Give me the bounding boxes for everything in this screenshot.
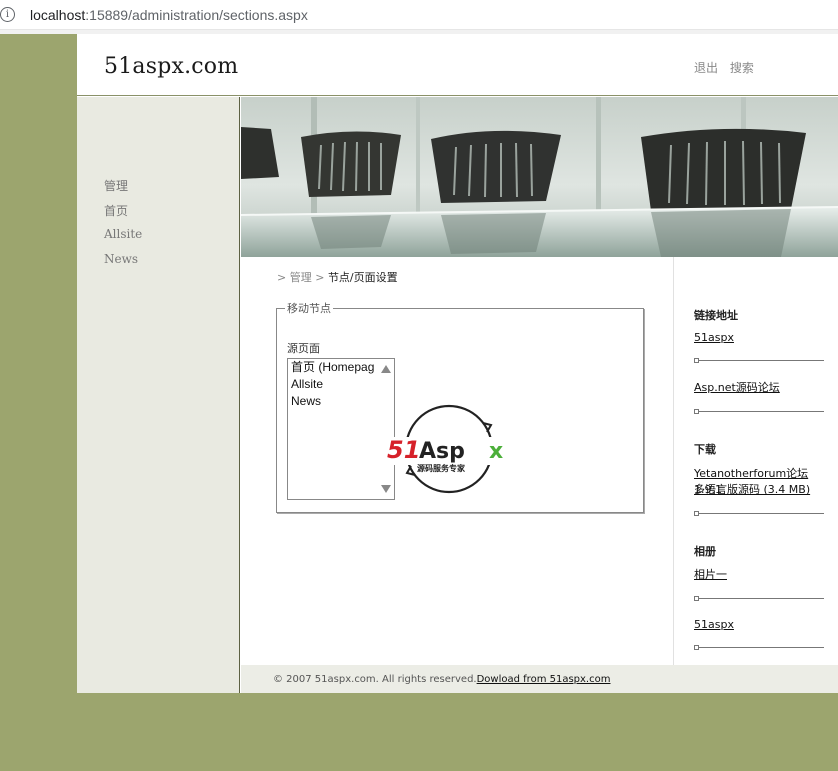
separator [694,645,824,651]
scroll-up-arrow-icon[interactable] [381,365,391,373]
header-banner-image [241,97,838,257]
link-aspnet-forum[interactable]: Asp.net源码论坛 [694,380,834,396]
breadcrumb-separator: > [315,271,325,284]
footer-download-link[interactable]: Dowload from 51aspx.com [477,674,611,685]
link-51aspx[interactable]: 51aspx [694,330,834,346]
right-column: 链接地址 51aspx Asp.net源码论坛 下载 Yetanotherfor… [673,257,838,665]
url-host: localhost [30,7,86,23]
separator [694,409,824,415]
source-page-listbox[interactable]: 首页 (Homepag Allsite News [287,358,395,500]
watermark-brand-black: Asp [419,439,465,464]
breadcrumb-separator: > [277,271,287,284]
page-footer: © 2007 51aspx.com. All rights reserved.D… [241,665,838,693]
separator [694,596,824,602]
breadcrumb: > 管理 > 节点/页面设置 [277,269,398,285]
top-links: 退出 搜索 [694,59,762,76]
banner-illustration [241,97,838,257]
site-logo[interactable]: 51aspx.com [104,54,238,79]
url-path: :15889/administration/sections.aspx [85,7,308,23]
sidebar-item-news[interactable]: News [104,252,142,266]
album-link-photo1[interactable]: 相片一 [694,567,834,583]
sidebar-item-allsite[interactable]: Allsite [104,227,142,241]
sidebar: 管理 首页 Allsite News [77,97,240,693]
source-page-label: 源页面 [287,342,320,355]
search-link[interactable]: 搜索 [730,61,754,75]
watermark-logo-graphic: 51 Asp x 源码服务专家 [387,404,515,494]
watermark-logo: 51 Asp x 源码服务专家 [387,403,515,495]
download-link-line2[interactable]: 多语言版源码 (3.4 MB) [694,482,834,498]
separator [694,511,824,517]
sidebar-item-home[interactable]: 首页 [104,202,142,218]
album-link-51aspx[interactable]: 51aspx [694,617,834,633]
copyright-text: © 2007 51aspx.com. All rights reserved. [273,674,477,685]
separator [694,358,824,364]
sidebar-item-admin[interactable]: 管理 [104,177,142,193]
breadcrumb-parent-link[interactable]: 管理 [290,271,312,284]
sidebar-nav: 管理 首页 Allsite News [104,177,142,277]
page-header: 51aspx.com 退出 搜索 [77,34,838,96]
links-title: 链接地址 [694,309,738,322]
album-title: 相册 [694,545,716,558]
logout-link[interactable]: 退出 [694,61,718,75]
page: 51aspx.com 退出 搜索 管理 首页 Allsite News > 管理… [77,34,838,693]
watermark-brand-green: x [489,439,503,464]
move-section-legend: 移动节点 [287,302,331,315]
watermark-tagline: 源码服务专家 [417,463,466,473]
download-title: 下载 [694,443,716,456]
url-text[interactable]: localhost:15889/administration/sections.… [30,7,308,23]
breadcrumb-current: 节点/页面设置 [327,271,398,284]
address-bar[interactable]: i localhost:15889/administration/section… [0,0,838,30]
main-content: > 管理 > 节点/页面设置 移动节点 源页面 首页 (Homepag Alls… [241,257,673,665]
watermark-brand-red: 51 [387,436,420,464]
info-icon[interactable]: i [0,7,15,22]
footer-text: © 2007 51aspx.com. All rights reserved.D… [273,674,610,685]
